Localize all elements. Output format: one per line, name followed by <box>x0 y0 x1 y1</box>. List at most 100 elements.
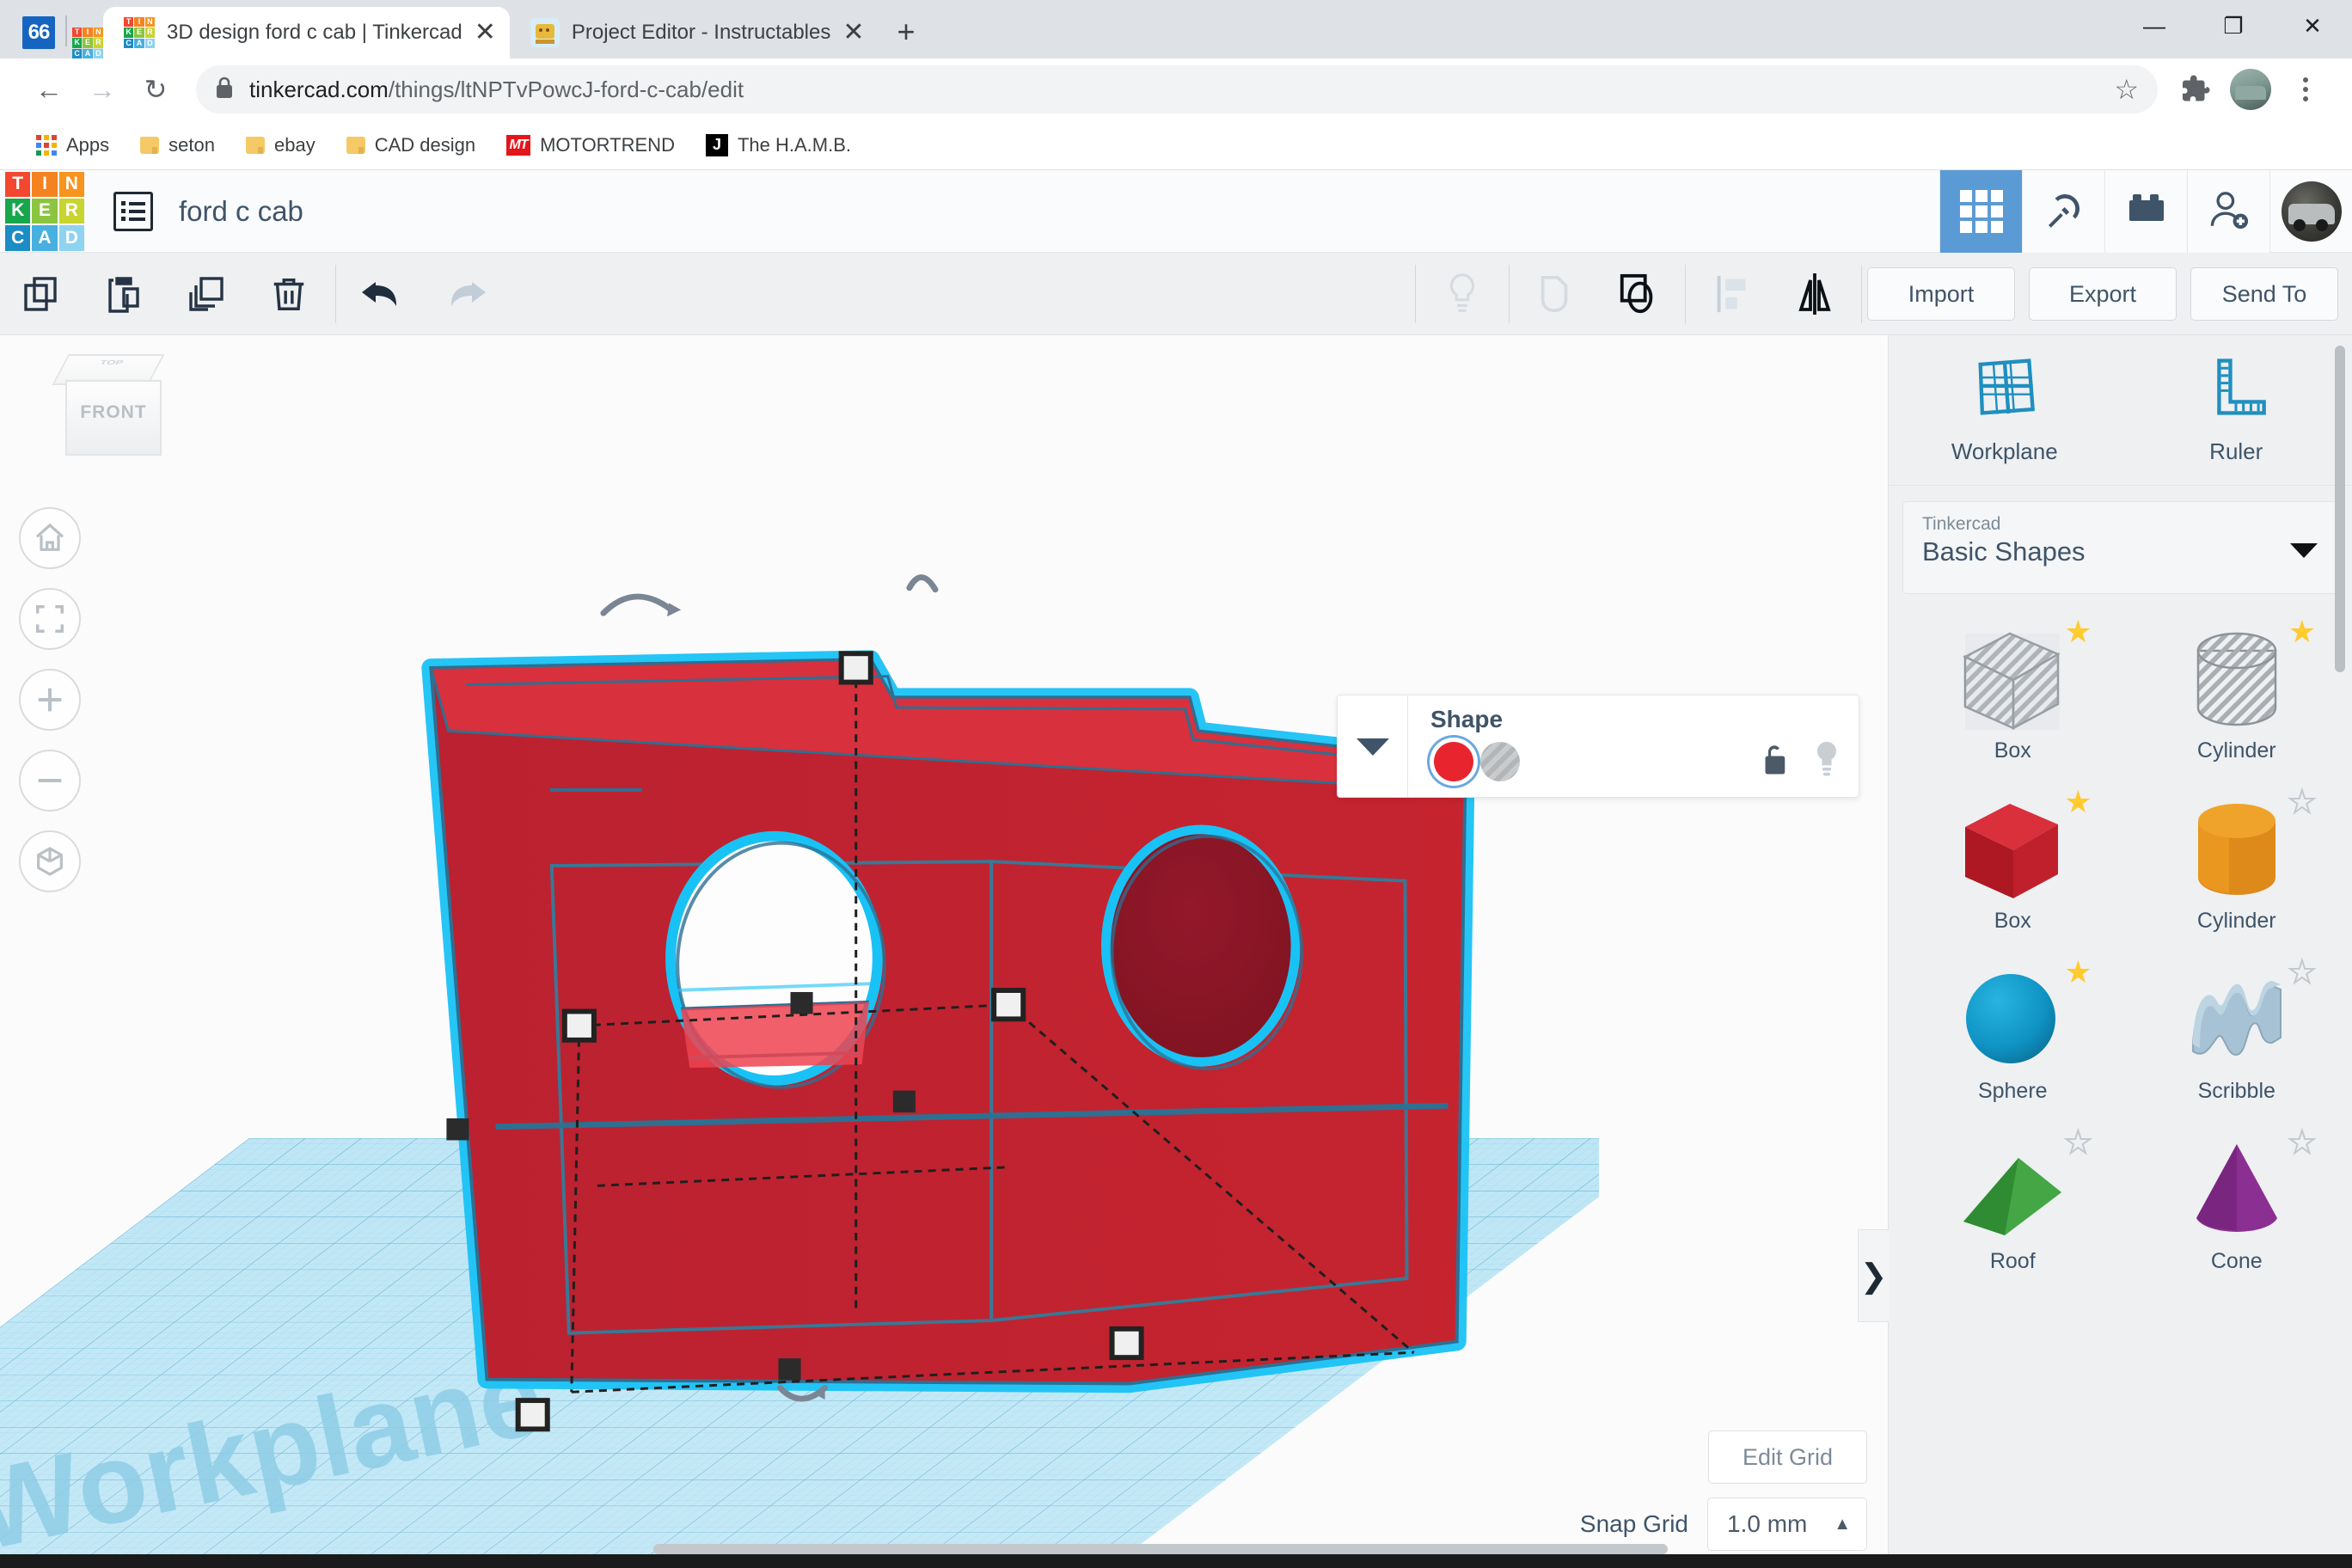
shape-tile-cylinder-3[interactable]: ★ Cylinder <box>2125 783 2349 953</box>
shape-library-grid[interactable]: ★ Box ★ Cylinder ★ Box ★ Cylinder ★ Sphere ★ … <box>1889 606 2352 1568</box>
favorite-star-icon[interactable]: ★ <box>2288 786 2317 818</box>
home-view-button[interactable] <box>19 507 81 569</box>
snap-grid-select[interactable]: 1.0 mm ▲ <box>1707 1498 1867 1551</box>
account-avatar[interactable] <box>2269 170 2352 253</box>
zoom-in-button[interactable] <box>19 669 81 731</box>
3d-canvas[interactable]: Workplane TOP FRONT Shape Edit Grid Snap… <box>0 335 1888 1568</box>
ruler-tool[interactable]: Ruler <box>2121 335 2352 485</box>
history-tool-group <box>341 253 506 335</box>
handle-mid-dark-3[interactable] <box>446 1118 469 1141</box>
close-icon[interactable]: ✕ <box>475 20 496 46</box>
redo-button[interactable] <box>424 253 506 335</box>
blocks-button[interactable] <box>2104 170 2187 253</box>
tab-instructables[interactable]: Project Editor - Instructables ✕ <box>509 7 879 58</box>
handle-mid-dark[interactable] <box>790 992 813 1014</box>
reload-icon[interactable]: ↻ <box>129 63 182 116</box>
bookmark-apps[interactable]: Apps <box>21 125 125 166</box>
panel-scrollbar[interactable] <box>2335 346 2345 672</box>
bookmark-cad-design[interactable]: CAD design <box>331 125 491 166</box>
bookmark-star-icon[interactable]: ☆ <box>2114 73 2139 106</box>
shape-library-select[interactable]: Tinkercad Basic Shapes <box>1902 501 2338 594</box>
favorite-star-icon[interactable]: ★ <box>2288 1126 2317 1159</box>
close-window-icon[interactable]: ✕ <box>2273 0 2352 52</box>
handle-mid-dark-2[interactable] <box>892 1090 916 1113</box>
workplane-tool[interactable]: Workplane <box>1889 335 2121 485</box>
pinned-tab[interactable]: 66 <box>12 7 65 58</box>
export-button[interactable]: Export <box>2029 267 2177 321</box>
model-ford-c-cab[interactable] <box>0 335 1888 1568</box>
shape-inspector-panel[interactable]: Shape <box>1337 695 1859 798</box>
shape-tile-cone-7[interactable]: ★ Cone <box>2125 1124 2349 1294</box>
handle-corner-scale-2[interactable] <box>515 1398 550 1432</box>
handle-bottom-dark[interactable] <box>778 1358 801 1381</box>
shape-tile-box-0[interactable]: ★ Box <box>1901 613 2125 783</box>
view-cube[interactable]: TOP FRONT <box>48 354 177 466</box>
collapse-panel-button[interactable] <box>1338 695 1408 797</box>
page-title[interactable]: ford c cab <box>179 195 303 228</box>
undo-button[interactable] <box>341 253 424 335</box>
design-list-button[interactable] <box>113 191 153 231</box>
hole-swatch[interactable] <box>1480 742 1520 781</box>
minecraft-button[interactable] <box>2022 170 2104 253</box>
back-icon[interactable]: ← <box>22 63 76 116</box>
designs-grid-button[interactable] <box>1939 170 2022 253</box>
send-to-button[interactable]: Send To <box>2190 267 2338 321</box>
bookmark-motortrend[interactable]: MT MOTORTREND <box>491 125 690 166</box>
ungroup-button[interactable] <box>1597 253 1680 335</box>
shape-tile-scribble-5[interactable]: ★ Scribble <box>2125 953 2349 1124</box>
solid-color-swatch[interactable] <box>1434 742 1473 781</box>
solid-hole-button[interactable] <box>1421 253 1504 335</box>
handle-top-scale[interactable] <box>838 651 873 685</box>
edit-grid-button[interactable]: Edit Grid <box>1708 1430 1867 1484</box>
view-cube-front-label: FRONT <box>80 402 147 422</box>
box-icon <box>1948 797 2077 900</box>
ortho-perspective-button[interactable] <box>19 830 81 892</box>
handle-corner-scale[interactable] <box>1109 1326 1144 1361</box>
horizontal-scrollbar[interactable] <box>653 1544 1668 1554</box>
favorite-star-icon[interactable]: ★ <box>2064 787 2092 818</box>
favorite-star-icon[interactable]: ★ <box>2064 957 2092 988</box>
favorite-star-icon[interactable]: ★ <box>2288 616 2316 647</box>
shape-tile-roof-6[interactable]: ★ Roof <box>1901 1124 2125 1294</box>
handle-right-scale[interactable] <box>991 988 1026 1022</box>
workplane-grid-icon <box>1973 355 2037 425</box>
paste-button[interactable] <box>83 253 165 335</box>
shape-tile-sphere-4[interactable]: ★ Sphere <box>1901 953 2125 1124</box>
lightbulb-icon[interactable] <box>1812 740 1841 782</box>
address-bar[interactable]: tinkercad.com/things/ltNPTvPowcJ-ford-c-… <box>196 65 2158 113</box>
copy-button[interactable] <box>0 253 83 335</box>
bookmark-ebay[interactable]: ebay <box>230 125 331 166</box>
shape-tile-cylinder-1[interactable]: ★ Cylinder <box>2125 613 2349 783</box>
handle-left-scale[interactable] <box>561 1008 597 1043</box>
close-icon[interactable]: ✕ <box>842 20 864 46</box>
align-button[interactable] <box>1691 253 1773 335</box>
favorite-star-icon[interactable]: ★ <box>2064 616 2092 647</box>
browser-tabstrip: 66 TINKERCAD TINKERCAD 3D design ford c … <box>0 0 2352 58</box>
zoom-out-button[interactable] <box>19 750 81 812</box>
bookmark-seton[interactable]: seton <box>125 125 230 166</box>
bookmark-the-hamb[interactable]: J The H.A.M.B. <box>690 125 867 166</box>
panel-collapse-chevron[interactable]: ❯ <box>1858 1229 1889 1322</box>
forward-icon[interactable]: → <box>76 63 129 116</box>
tinkercad-logo[interactable]: TIN KER CAD <box>5 171 84 251</box>
logo-tile-r: R <box>58 198 84 224</box>
extensions-puzzle-icon[interactable] <box>2171 65 2220 113</box>
profile-avatar[interactable] <box>2230 69 2271 110</box>
import-button[interactable]: Import <box>1867 267 2015 321</box>
unlocked-padlock-icon[interactable] <box>1759 741 1790 781</box>
mirror-button[interactable] <box>1773 253 1856 335</box>
delete-button[interactable] <box>248 253 330 335</box>
minimize-icon[interactable]: — <box>2115 0 2194 52</box>
fit-view-button[interactable] <box>19 588 81 650</box>
shape-tile-box-2[interactable]: ★ Box <box>1901 783 2125 953</box>
group-button[interactable] <box>1515 253 1597 335</box>
invite-button[interactable] <box>2187 170 2269 253</box>
favorite-star-icon[interactable]: ★ <box>2063 1126 2092 1159</box>
new-tab-button[interactable]: + <box>897 14 915 50</box>
favorite-star-icon[interactable]: ★ <box>2288 956 2317 989</box>
duplicate-button[interactable] <box>165 253 248 335</box>
url-host: tinkercad.com <box>249 76 389 102</box>
maximize-icon[interactable]: ❐ <box>2194 0 2273 52</box>
chrome-menu-kebab-icon[interactable] <box>2282 77 2330 101</box>
tab-tinkercad[interactable]: TINKERCAD 3D design ford c cab | Tinkerc… <box>103 7 510 58</box>
